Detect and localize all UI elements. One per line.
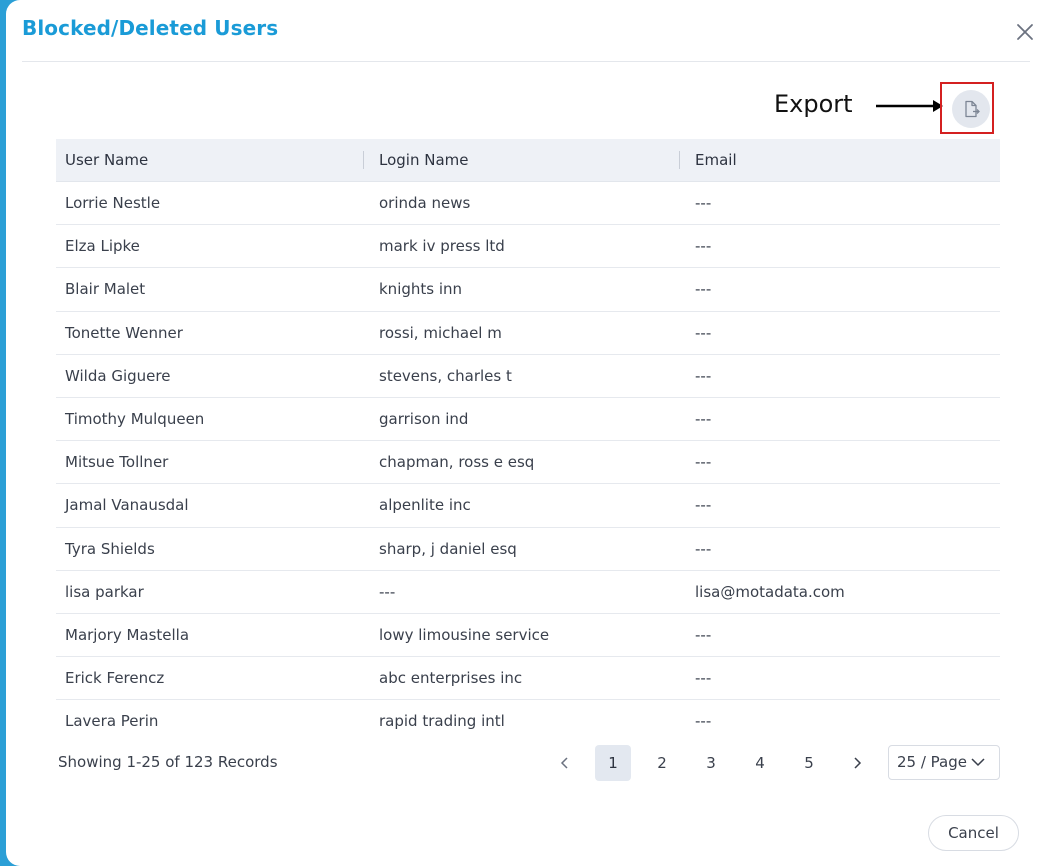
blocked-users-modal: Blocked/Deleted Users Export User Name L… [6,0,1045,866]
cell-user-name: Marjory Mastella [65,625,190,644]
cell-email: --- [695,625,712,644]
column-divider[interactable] [363,151,364,169]
modal-header: Blocked/Deleted Users [22,0,1033,62]
cell-login-name: --- [379,582,396,601]
close-icon[interactable] [1015,22,1035,42]
column-header-user-name[interactable]: User Name [65,139,148,182]
cell-login-name: orinda news [379,194,471,212]
cell-email: --- [695,409,712,428]
file-export-icon [965,100,980,118]
cell-user-name: Blair Malet [65,280,146,299]
cell-user-name: Jamal Vanausdal [65,496,189,515]
table-row[interactable]: Blair Malet knights inn --- [56,268,1000,312]
cell-user-name: Erick Ferencz [65,669,165,688]
table-row[interactable]: Erick Ferencz abc enterprises inc --- [56,657,1000,701]
chevron-left-icon [560,757,568,769]
page-size-value: 25 / Page [897,753,967,771]
prev-page-button[interactable] [547,745,583,781]
records-summary: Showing 1-25 of 123 Records [58,753,278,771]
cell-login-name: stevens, charles t [379,366,512,385]
table-row[interactable]: Mitsue Tollner chapman, ross e esq --- [56,441,1000,485]
table-row[interactable]: Timothy Mulqueen garrison ind --- [56,398,1000,442]
next-page-button[interactable] [839,745,875,781]
cell-user-name: Timothy Mulqueen [65,409,205,428]
cell-email: --- [695,712,712,731]
cell-email: --- [695,669,712,688]
table-row[interactable]: Elza Lipke mark iv press ltd --- [56,225,1000,269]
column-header-login-name[interactable]: Login Name [379,139,469,182]
cell-email: --- [695,323,712,342]
cell-login-name: alpenlite inc [379,496,471,515]
cell-login-name: rapid trading intl [379,712,505,731]
column-divider[interactable] [679,151,680,169]
table-row[interactable]: Lorrie Nestle orinda news --- [56,182,1000,226]
cell-email: lisa@motadata.com [695,582,845,601]
export-button[interactable] [952,90,990,128]
cell-user-name: Mitsue Tollner [65,453,169,472]
cell-email: --- [695,194,712,212]
cell-user-name: Tonette Wenner [65,323,183,342]
cell-user-name: Tyra Shields [65,539,155,558]
cell-email: --- [695,496,712,515]
cell-login-name: mark iv press ltd [379,237,505,256]
cell-user-name: Lavera Perin [65,712,159,731]
cell-email: --- [695,539,712,558]
cell-login-name: chapman, ross e esq [379,453,535,472]
cell-login-name: lowy limousine service [379,625,550,644]
page-2-button[interactable]: 2 [644,745,680,781]
page-3-button[interactable]: 3 [693,745,729,781]
table-header: User Name Login Name Email [56,139,1000,182]
chevron-right-icon [854,757,862,769]
cell-login-name: rossi, michael m [379,323,502,342]
table-row[interactable]: Marjory Mastella lowy limousine service --… [56,614,1000,658]
column-header-email[interactable]: Email [695,139,737,182]
cell-login-name: garrison ind [379,409,469,428]
cell-login-name: knights inn [379,280,463,299]
table-row[interactable]: Jamal Vanausdal alpenlite inc --- [56,484,1000,528]
cell-email: --- [695,280,712,299]
table-row[interactable]: Tonette Wenner rossi, michael m --- [56,312,1000,355]
cell-email: --- [695,453,712,472]
modal-title: Blocked/Deleted Users [22,16,279,40]
page-1-button[interactable]: 1 [595,745,631,781]
cell-login-name: abc enterprises inc [379,669,523,688]
cell-login-name: sharp, j daniel esq [379,539,517,558]
page-5-button[interactable]: 5 [791,745,827,781]
cell-user-name: Lorrie Nestle [65,194,161,212]
table-body: Lorrie Nestle orinda news --- Elza Lipke ma… [56,182,1000,743]
export-annotation-arrow [876,100,943,112]
page-4-button[interactable]: 4 [742,745,778,781]
cell-email: --- [695,366,712,385]
table-row[interactable]: lisa parkar --- lisa@motadata.com [56,571,1000,614]
cell-user-name: Elza Lipke [65,237,140,256]
cell-user-name: Wilda Giguere [65,366,171,385]
table-row[interactable]: Wilda Giguere stevens, charles t --- [56,355,1000,398]
page-size-select[interactable]: 25 / Page [888,745,1000,780]
export-annotation-label: Export [774,90,853,118]
cell-user-name: lisa parkar [65,582,144,601]
table-row[interactable]: Tyra Shields sharp, j daniel esq --- [56,528,1000,571]
table-row[interactable]: Lavera Perin rapid trading intl --- [56,700,1000,743]
blocked-users-table: User Name Login Name Email Lorrie Nestle… [56,139,1000,743]
chevron-down-icon [971,758,985,767]
cell-email: --- [695,237,712,256]
cancel-button[interactable]: Cancel [928,815,1019,851]
